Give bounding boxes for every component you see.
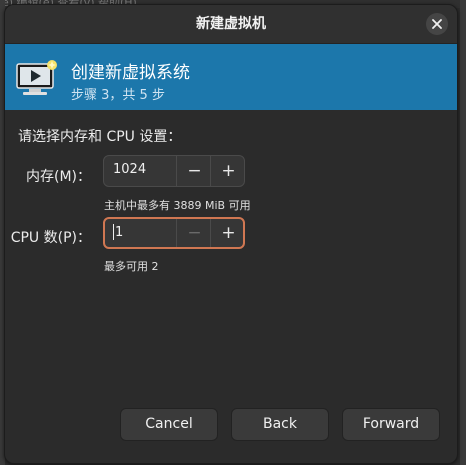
new-vm-dialog: 新建虚拟机 创建新虚拟系统 步骤 3，共 5 步 请选择内存和 CPU 设置： … [4,4,458,464]
forward-button[interactable]: Forward [342,408,440,441]
cpu-hint: 最多可用 2 [104,260,159,273]
close-button[interactable] [426,13,448,35]
memory-hint: 主机中最多有 3889 MiB 可用 [104,199,251,212]
banner-title: 创建新虚拟系统 [71,63,190,83]
cpu-input[interactable]: 1 [105,219,177,247]
memory-label: 内存(M)： [25,169,91,185]
dialog-titlebar: 新建虚拟机 [5,5,457,44]
monitor-play-icon [16,60,57,95]
cpu-increment-button[interactable]: + [210,219,243,247]
background-window-edge-right [460,0,466,465]
memory-decrement-button[interactable]: − [176,156,212,186]
dialog-title: 新建虚拟机 [196,16,266,32]
cpu-input-value: 1 [115,225,124,240]
cpu-label: CPU 数(P)： [10,230,91,246]
cpu-decrement-button[interactable]: − [176,219,212,247]
banner-step-indicator: 步骤 3，共 5 步 [71,88,165,103]
cancel-button[interactable]: Cancel [120,408,218,441]
close-icon [432,19,442,29]
form-intro: 请选择内存和 CPU 设置： [18,129,182,145]
cpu-spinbox: 1 − + [103,217,245,249]
memory-input[interactable]: 1024 [104,156,176,186]
text-caret [113,223,114,240]
memory-increment-button[interactable]: + [210,156,244,186]
back-button[interactable]: Back [231,408,329,441]
memory-spinbox: 1024 − + [103,155,245,187]
wizard-banner: 创建新虚拟系统 步骤 3，共 5 步 [5,44,457,110]
